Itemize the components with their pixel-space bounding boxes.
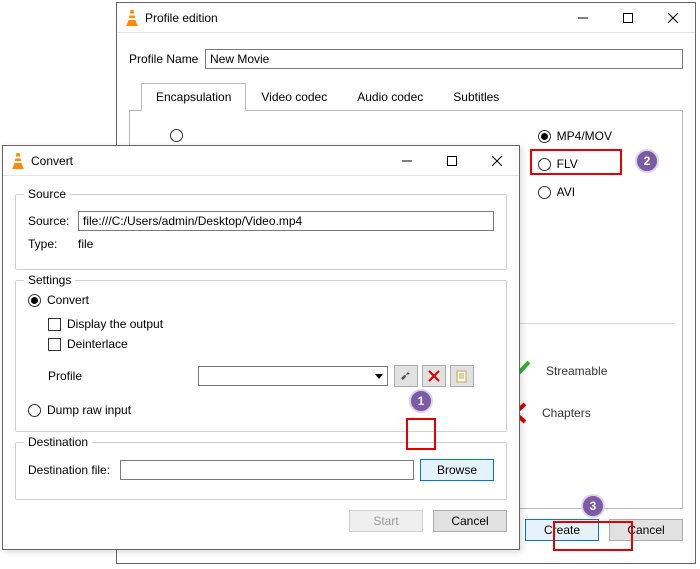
tab-bar: Encapsulation Video codec Audio codec Su… — [129, 83, 683, 111]
type-value: file — [78, 237, 93, 251]
window-title: Convert — [31, 154, 384, 168]
destination-input[interactable] — [120, 460, 414, 480]
destination-label: Destination file: — [28, 463, 120, 477]
source-input[interactable] — [78, 211, 494, 231]
tab-video-codec[interactable]: Video codec — [246, 83, 342, 111]
profile-label: Profile — [48, 369, 198, 383]
tab-subtitles[interactable]: Subtitles — [438, 83, 514, 111]
start-button[interactable]: Start — [349, 510, 423, 532]
x-icon — [428, 370, 440, 382]
destination-group: Destination Destination file: Browse — [15, 442, 507, 500]
radio-convert[interactable]: Convert — [28, 293, 494, 307]
check-display-output[interactable]: Display the output — [48, 317, 494, 331]
titlebar[interactable]: Convert — [3, 146, 519, 176]
settings-legend: Settings — [24, 273, 75, 287]
titlebar[interactable]: Profile edition — [117, 3, 695, 33]
wrench-icon — [399, 369, 413, 383]
maximize-button[interactable] — [605, 3, 650, 32]
radio-flv-label: FLV — [557, 157, 578, 171]
minimize-button[interactable] — [384, 146, 429, 175]
status-chapters: Chapters — [502, 401, 662, 425]
profile-dropdown[interactable] — [198, 366, 388, 386]
close-button[interactable] — [650, 3, 695, 32]
new-profile-button[interactable] — [450, 365, 474, 387]
vlc-icon — [11, 153, 25, 169]
type-label: Type: — [28, 237, 78, 251]
cancel-button[interactable]: Cancel — [433, 510, 507, 532]
radio-dump-raw-label: Dump raw input — [47, 403, 131, 417]
radio-mp4mov-label: MP4/MOV — [557, 129, 612, 143]
check-deinterlace[interactable]: Deinterlace — [48, 337, 494, 351]
delete-profile-button[interactable] — [422, 365, 446, 387]
radio-convert-label: Convert — [47, 293, 89, 307]
profile-name-input[interactable] — [205, 49, 683, 69]
source-legend: Source — [24, 187, 70, 201]
source-label: Source: — [28, 214, 78, 228]
settings-group: Settings Convert Display the output Dein… — [15, 280, 507, 432]
maximize-button[interactable] — [429, 146, 474, 175]
radio-dump-raw[interactable]: Dump raw input — [28, 403, 494, 417]
create-button[interactable]: Create — [525, 519, 599, 541]
source-group: Source Source: Type: file — [15, 194, 507, 270]
profile-name-label: Profile Name — [129, 52, 205, 66]
status-streamable: Streamable — [502, 359, 662, 383]
convert-window: Convert Source Source: Type: file Settin… — [2, 145, 520, 550]
tab-encapsulation[interactable]: Encapsulation — [141, 83, 246, 111]
radio-avi[interactable]: AVI — [538, 185, 612, 199]
minimize-button[interactable] — [560, 3, 605, 32]
browse-button[interactable]: Browse — [420, 459, 494, 481]
radio-flv[interactable]: FLV — [538, 157, 612, 171]
new-icon — [455, 369, 469, 383]
window-title: Profile edition — [145, 11, 560, 25]
edit-profile-button[interactable] — [394, 365, 418, 387]
destination-legend: Destination — [24, 435, 92, 449]
vlc-icon — [125, 10, 139, 26]
close-button[interactable] — [474, 146, 519, 175]
radio-mp4mov[interactable]: MP4/MOV — [538, 129, 612, 143]
cancel-button[interactable]: Cancel — [609, 519, 683, 541]
tab-audio-codec[interactable]: Audio codec — [342, 83, 438, 111]
radio-avi-label: AVI — [557, 185, 575, 199]
